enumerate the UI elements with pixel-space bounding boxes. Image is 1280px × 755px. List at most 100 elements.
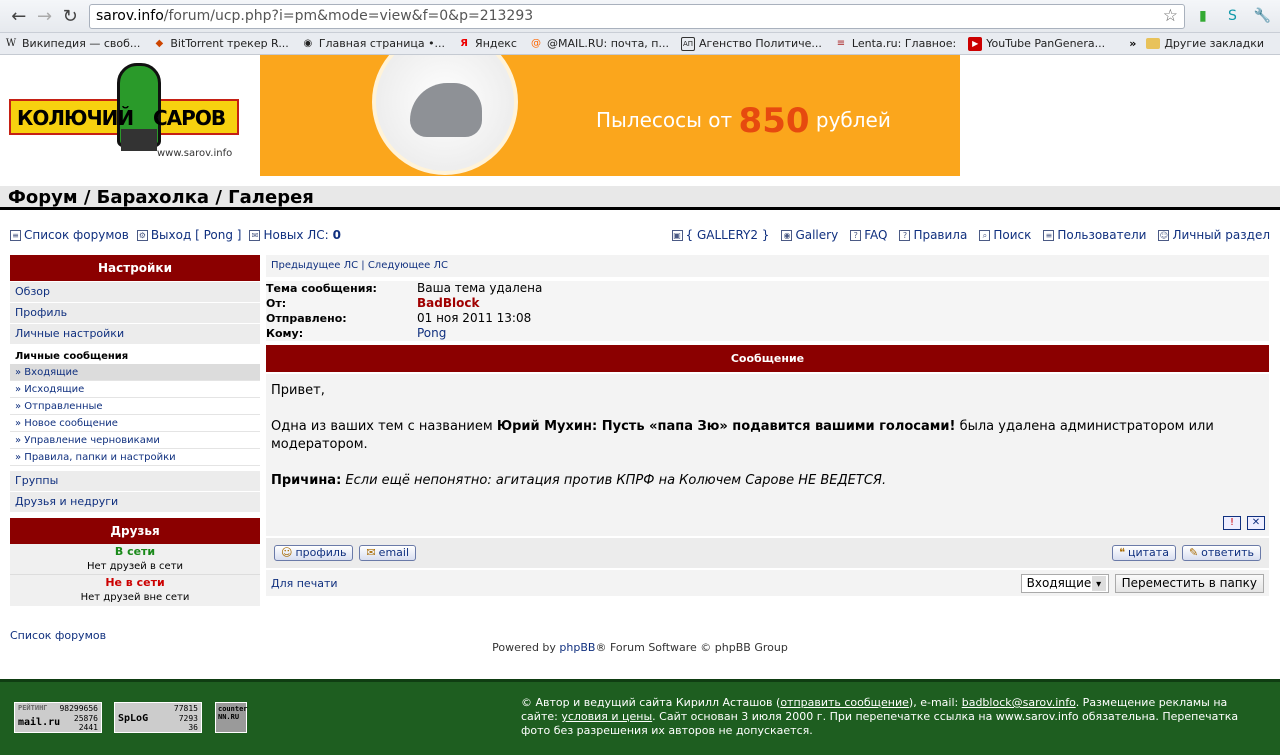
nav-forum-list[interactable]: ≡ Список форумов [10,228,129,242]
bookmark-youtube[interactable]: ▶ YouTube PanGenera... [968,36,1106,51]
sidebar-item-outbox[interactable]: » Исходящие [10,381,260,398]
powered-pre: Powered by [492,641,556,654]
logo-word-1: КОЛЮЧИЙ [17,106,134,130]
back-button[interactable]: ← [6,3,32,29]
delete-icon[interactable]: ✕ [1247,516,1265,530]
reload-button[interactable]: ↻ [57,3,83,29]
forum-list-icon: ≡ [10,229,21,241]
nav-search[interactable]: ⌕ Поиск [979,228,1031,242]
nav-personal[interactable]: ☺ Личный раздел [1158,228,1270,242]
bookmark-label: YouTube PanGenera... [986,37,1106,50]
globe-icon: ◉ [303,38,313,49]
sidebar-item-sent[interactable]: » Отправленные [10,398,260,415]
sidebar-item-overview[interactable]: Обзор [10,282,260,302]
banner-text: Пылесосы от 850 рублей [596,101,891,141]
bookmark-label: Агенство Политиче... [698,37,822,50]
nav-label: Выход [ Pong ] [150,228,242,242]
meta-row-subject: Тема сообщения: Ваша тема удалена [266,281,1269,296]
next-pm-link[interactable]: Следующее ЛС [368,260,448,271]
counter-value: 2441 [78,723,98,732]
site-logo[interactable]: КОЛЮЧИЙ САРОВ www.sarov.info [9,63,241,159]
bookmark-main-page[interactable]: ◉ Главная страница •... [301,37,445,51]
sidebar-item-drafts[interactable]: » Управление черновиками [10,432,260,449]
site-header: КОЛЮЧИЙ САРОВ www.sarov.info Пылесосы от… [0,55,1280,210]
email-link[interactable]: badblock@sarov.info [962,696,1076,709]
bookmark-wikipedia[interactable]: W Википедия — своб... [4,37,141,51]
logo-word-2: САРОВ [153,106,226,130]
sidebar-item-inbox[interactable]: » Входящие [10,364,260,381]
mailru-counter[interactable]: РЕЙТИНГ mail.ru 98299656 25876 2441 [14,702,102,733]
new-pm-count: 0 [332,228,341,242]
friends-online-label: В сети [114,545,156,558]
nav-label: Пользователи [1057,228,1147,242]
nav-gallery2[interactable]: ▣{ GALLERY2 } [671,228,769,242]
forum-title[interactable]: Форум / Барахолка / Галерея [0,186,1280,210]
sidebar-item-friends-foes[interactable]: Друзья и недруги [10,492,260,512]
main-nav: ≡ Список форумов ⚙ Выход [ Pong ] ✉ Новых Л… [0,225,1280,245]
quote-button[interactable]: ❝ цитата [1112,545,1176,561]
folder-select[interactable]: Входящие [1020,573,1109,593]
bottom-strip [0,616,1280,664]
sidebar-section-pm: Личные сообщения [15,351,129,362]
skype-extension-icon[interactable]: S [1221,4,1245,28]
torrent-icon: ◆ [155,38,164,49]
quote-icon: ❝ [1119,546,1125,559]
footer-text-1: © Автор и ведущий сайта Кирилл Асташов ( [521,696,781,709]
bookmark-label: @MAIL.RU: почта, п... [546,37,669,50]
message-body: Привет, Одна из ваших тем с названием Юр… [266,374,1269,536]
splog-counter[interactable]: SpLoG 77815 7293 36 [114,702,202,733]
profile-button[interactable]: ☺ профиль [274,545,354,561]
splog-brand: SpLoG [118,713,149,724]
browser-toolbar: ← → ↻ sarov.info/forum/ucp.php?i=pm&mode… [0,0,1280,33]
body-pre: Одна из ваших тем с названием [271,419,493,434]
sidebar-item-profile[interactable]: Профиль [10,303,260,323]
wikipedia-icon: W [5,38,17,49]
moderation-icons: ! ✕ [1223,516,1265,530]
other-bookmarks[interactable]: Другие закладки [1146,37,1264,50]
banner-caption: Пылесосы от [596,108,733,132]
nav-label: Правила [913,228,968,242]
nav-rules[interactable]: ? Правила [899,228,967,242]
author-link[interactable]: BadBlock [417,296,479,311]
nav-gallery[interactable]: ◉ Gallery [781,228,838,242]
more-bookmarks-chevron-icon[interactable]: » [1129,37,1136,50]
sent-value: 01 ноя 2011 13:08 [417,311,532,325]
move-to-folder-button[interactable]: Переместить в папку [1114,573,1264,593]
sidebar-item-personal-settings[interactable]: Личные настройки [10,324,260,344]
email-button[interactable]: ✉ email [359,545,417,561]
prev-pm-link[interactable]: Предыдущее ЛС [271,260,358,271]
nav-faq[interactable]: ? FAQ [850,228,887,242]
bookmark-mailru[interactable]: @ @MAIL.RU: почта, п... [529,37,669,51]
mailru-counter-label: РЕЙТИНГ [18,704,48,712]
report-icon[interactable]: ! [1223,516,1241,530]
wrench-menu-icon[interactable]: 🔧 [1250,4,1274,28]
phpbb-link[interactable]: phpBB [559,641,595,654]
sidebar-item-groups[interactable]: Группы [10,471,260,491]
message-footer: Для печати Входящие Переместить в папку [266,570,1269,596]
signal-extension-icon[interactable]: ▮ [1191,4,1215,28]
sidebar-item-new-message[interactable]: » Новое сообщение [10,415,260,432]
nav-logout[interactable]: ⚙ Выход [ Pong ] [136,228,242,242]
nav-users[interactable]: ≡ Пользователи [1043,228,1146,242]
users-icon: ≡ [1043,229,1055,241]
message-meta: Тема сообщения: Ваша тема удалена От: BadB… [266,281,1269,341]
bookmark-agency[interactable]: АП Агенство Политиче... [680,36,822,51]
reply-icon: ✎ [1188,546,1199,559]
recipient-link[interactable]: Pong [417,326,446,341]
bookmark-yandex[interactable]: Я Яндекс [457,37,517,51]
profile-icon: ☺ [281,546,293,559]
address-bar[interactable]: sarov.info/forum/ucp.php?i=pm&mode=view&… [88,3,1185,29]
reply-button[interactable]: ✎ ответить [1181,545,1261,561]
bookmark-star-icon[interactable]: ☆ [1163,6,1178,26]
bookmark-lenta[interactable]: ≡ Lenta.ru: Главное: [834,37,956,51]
sidebar-item-rules-folders[interactable]: » Правила, папки и настройки [10,449,260,466]
nav-new-pm[interactable]: ✉ Новых ЛС: 0 [249,228,341,242]
forward-button[interactable]: → [32,3,58,29]
mailru-icon: @ [530,38,541,49]
ad-banner[interactable]: Пылесосы от 850 рублей [260,55,960,176]
print-link[interactable]: Для печати [271,577,338,590]
bookmark-bittorrent[interactable]: ◆ BitTorrent трекер R... [152,37,289,51]
ad-terms-link[interactable]: условия и цены [561,710,652,723]
send-message-link[interactable]: отправить сообщение [780,696,909,709]
nnru-counter[interactable]: counter NN.RU [215,702,248,733]
